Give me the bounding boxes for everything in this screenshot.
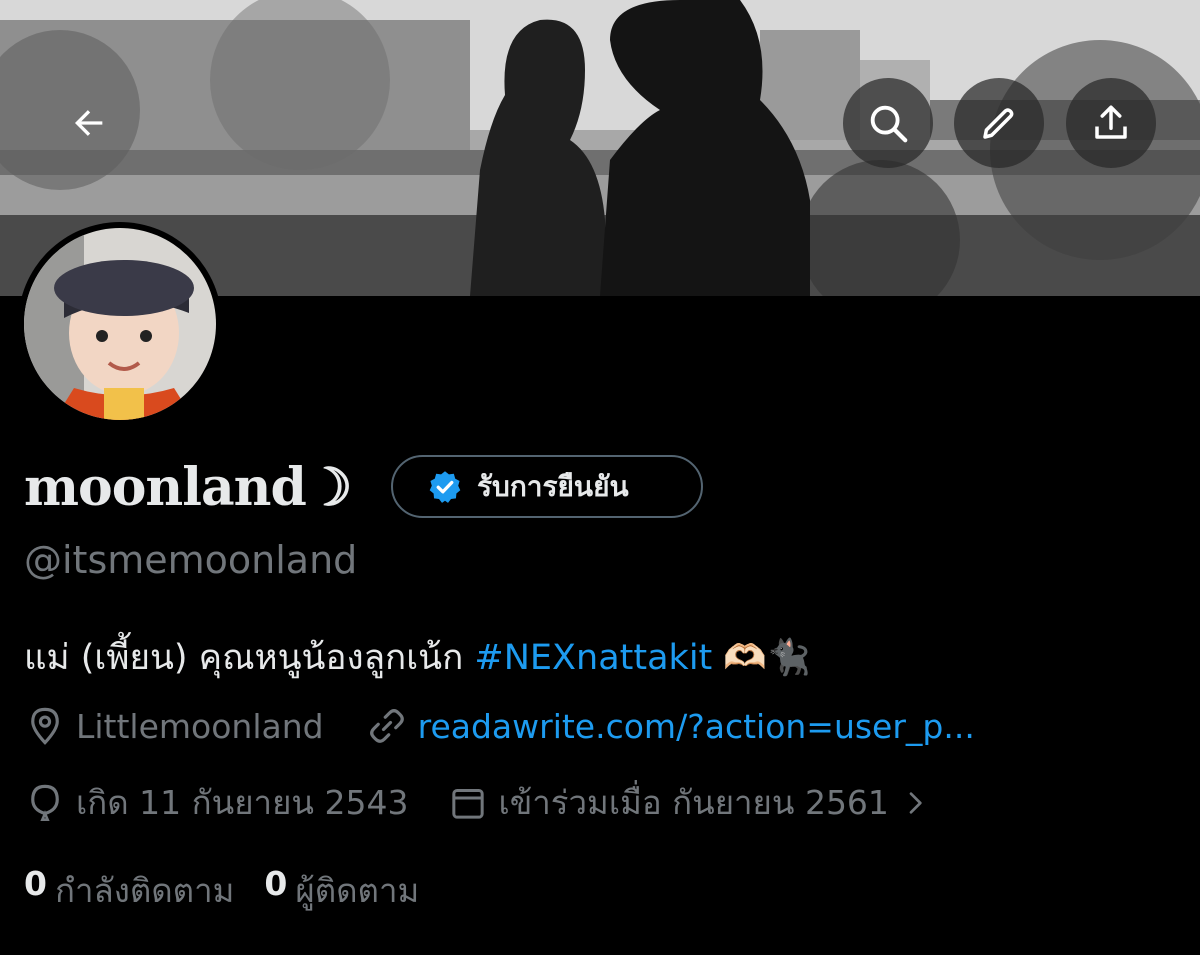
pencil-icon bbox=[983, 108, 1014, 139]
share-button[interactable] bbox=[1066, 78, 1156, 168]
bio-emoji: 🫶🏻🐈‍⬛ bbox=[712, 638, 811, 678]
following-link[interactable]: 0 กำลังติดตาม bbox=[24, 864, 234, 917]
website-link[interactable]: readawrite.com/?action=user_p... bbox=[418, 707, 975, 746]
calendar-icon bbox=[452, 788, 485, 819]
username-handle: @itsmemoonland bbox=[24, 538, 358, 582]
avatar-photo bbox=[24, 228, 216, 420]
profile-meta-row-2: เกิด 11 กันยายน 2543 เข้าร่วมเมื่อ กันยา… bbox=[24, 776, 931, 829]
follow-stats: 0 กำลังติดตาม 0 ผู้ติดตาม bbox=[24, 864, 419, 917]
following-count: 0 bbox=[24, 864, 47, 903]
location-item: Littlemoonland bbox=[24, 705, 324, 747]
search-icon bbox=[870, 105, 908, 143]
joined-text: เข้าร่วมเมื่อ กันยายน 2561 bbox=[498, 783, 889, 822]
back-button[interactable] bbox=[44, 78, 134, 168]
chevron-right-icon bbox=[909, 791, 922, 814]
edit-button[interactable] bbox=[954, 78, 1044, 168]
share-icon bbox=[1095, 105, 1127, 139]
balloon-icon bbox=[31, 784, 59, 821]
display-name: moonland☽ bbox=[24, 457, 352, 518]
link-icon bbox=[369, 709, 404, 743]
website-item[interactable]: readawrite.com/?action=user_p... bbox=[366, 705, 975, 747]
bio-hashtag-link[interactable]: #NEXnattakit bbox=[474, 638, 712, 678]
arrow-left-icon bbox=[75, 110, 103, 136]
following-label: กำลังติดตาม bbox=[54, 871, 235, 910]
bio: แม่ (เพี้ยน) คุณหนูน้องลูกเน้ก #NEXnatta… bbox=[24, 634, 811, 682]
verified-badge-icon bbox=[429, 470, 461, 503]
get-verified-button[interactable]: รับการยืนยัน bbox=[391, 455, 703, 518]
joined-item[interactable]: เข้าร่วมเมื่อ กันยายน 2561 bbox=[448, 776, 931, 829]
birthday-item: เกิด 11 กันยายน 2543 bbox=[24, 776, 408, 829]
profile-meta-row-1: Littlemoonland readawrite.com/?action=us… bbox=[24, 705, 975, 747]
followers-count: 0 bbox=[264, 864, 288, 903]
bio-text: แม่ (เพี้ยน) คุณหนูน้องลูกเน้ก bbox=[24, 638, 475, 678]
verify-label: รับการยืนยัน bbox=[477, 469, 629, 503]
location-pin-icon bbox=[31, 707, 59, 745]
followers-link[interactable]: 0 ผู้ติดตาม bbox=[264, 864, 419, 917]
avatar[interactable] bbox=[18, 222, 222, 426]
search-button[interactable] bbox=[843, 78, 933, 168]
location-text: Littlemoonland bbox=[76, 706, 324, 746]
followers-label: ผู้ติดตาม bbox=[295, 871, 420, 910]
birthday-text: เกิด 11 กันยายน 2543 bbox=[76, 783, 409, 822]
